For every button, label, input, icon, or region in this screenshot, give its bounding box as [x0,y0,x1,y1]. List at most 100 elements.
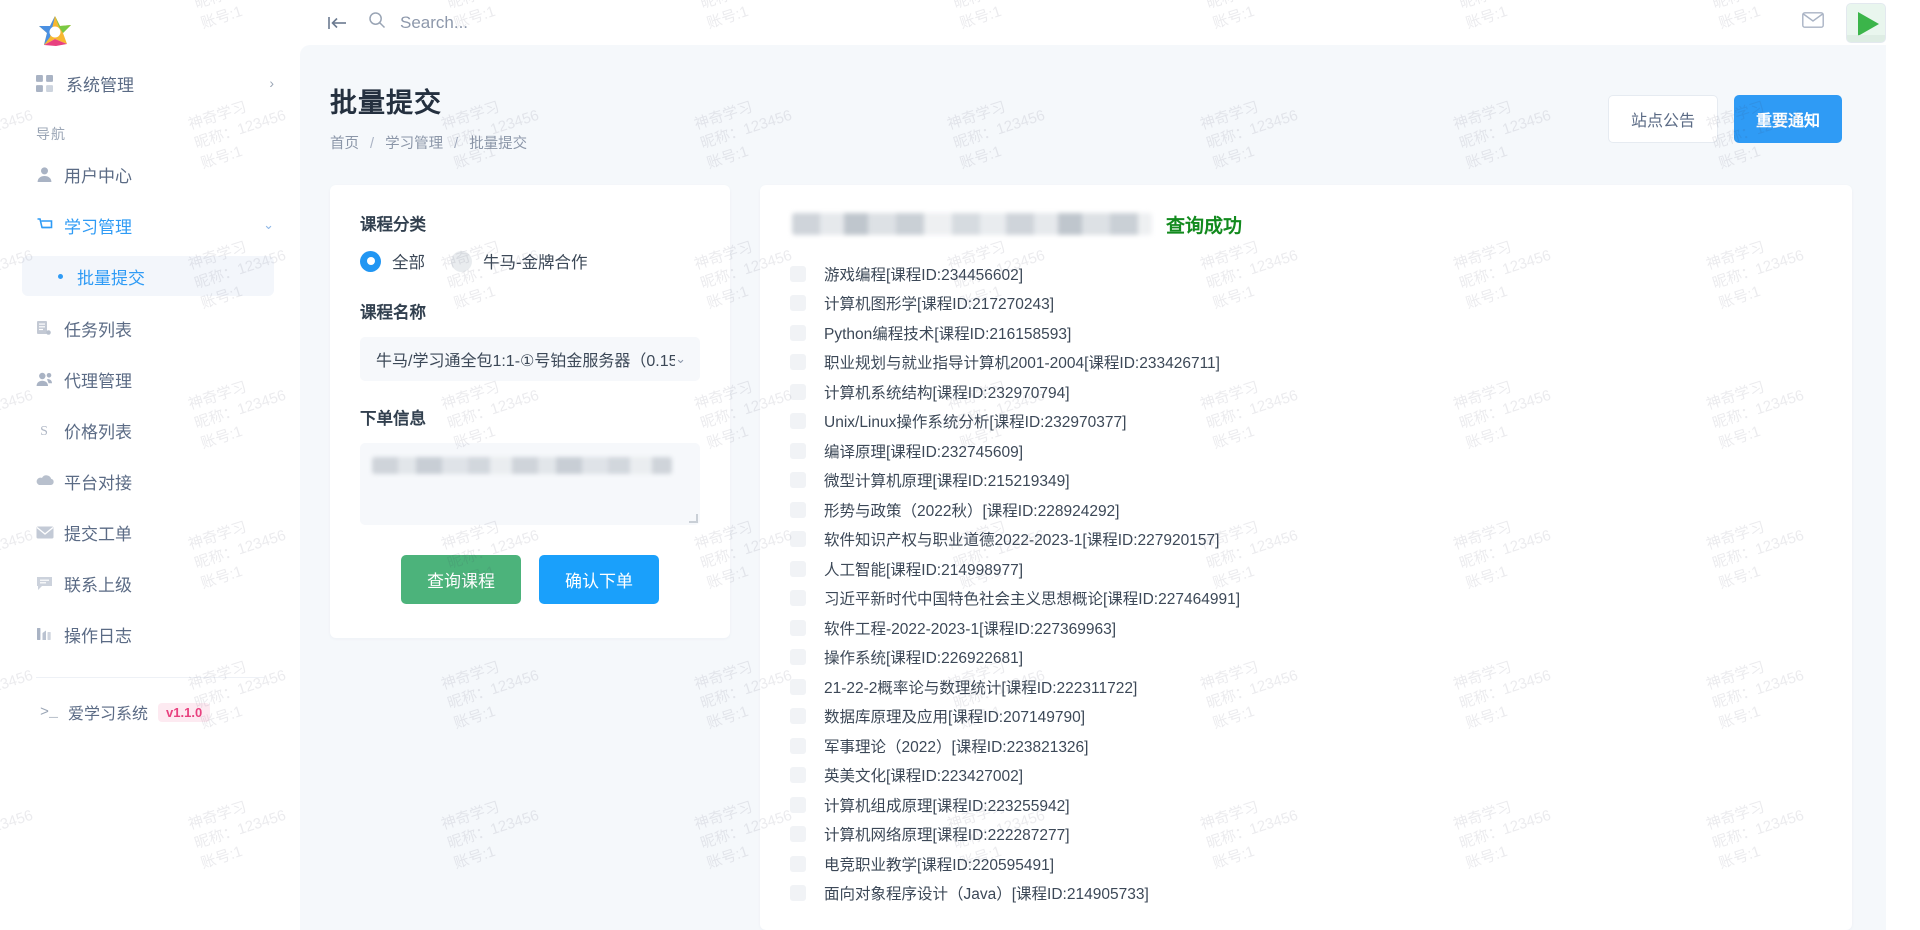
course-list-item[interactable]: 21-22-2概率论与数理统计[课程ID:222311722] [786,672,1826,702]
site-announcement-button[interactable]: 站点公告 [1608,95,1718,143]
sidebar-item-agent-management[interactable]: 代理管理 [0,359,300,399]
sidebar-item-submit-ticket[interactable]: 提交工单 [0,512,300,552]
sidebar-item-study-management[interactable]: 学习管理 ⌄ [0,205,300,245]
breadcrumb-item-batch-submit: 批量提交 [469,136,527,152]
course-list-item[interactable]: 编译原理[课程ID:232745609] [786,436,1826,466]
sidebar-label: 平台对接 [64,469,274,494]
course-name-value: 牛马/学习通全包1:1-①号铂金服务器（0.15元 [376,347,675,371]
textarea-resize-handle[interactable] [689,514,698,523]
course-label: Unix/Linux操作系统分析[课程ID:232970377] [824,410,1126,432]
sidebar-item-price-list[interactable]: S 价格列表 [0,410,300,450]
page-title: 批量提交 [330,81,527,120]
user-icon [36,166,64,183]
course-checkbox[interactable] [790,295,806,311]
course-list-item[interactable]: 操作系统[课程ID:226922681] [786,643,1826,673]
course-list-item[interactable]: 军事理论（2022）[课程ID:223821326] [786,731,1826,761]
course-label: 英美文化[课程ID:223427002] [824,764,1023,786]
course-checkbox[interactable] [790,502,806,518]
course-checkbox[interactable] [790,738,806,754]
course-list-item[interactable]: 微型计算机原理[课程ID:215219349] [786,466,1826,496]
bullet-icon [58,274,63,279]
sidebar-label: 任务列表 [64,316,274,341]
course-label: 电竞职业教学[课程ID:220595491] [824,853,1054,875]
course-checkbox[interactable] [790,679,806,695]
course-list-item[interactable]: 游戏编程[课程ID:234456602] [786,259,1826,289]
course-label: 编译原理[课程ID:232745609] [824,440,1023,462]
radio-option-all[interactable]: 全部 [360,249,425,273]
course-list-item[interactable]: 计算机图形学[课程ID:217270243] [786,289,1826,319]
breadcrumb: 首页 / 学习管理 / 批量提交 [330,132,527,153]
search-box[interactable] [368,11,680,34]
course-checkbox[interactable] [790,797,806,813]
page-header: 批量提交 首页 / 学习管理 / 批量提交 站点公告 重要通知 [300,45,1886,153]
course-checkbox[interactable] [790,443,806,459]
query-course-button[interactable]: 查询课程 [401,555,521,604]
breadcrumb-item-study-management[interactable]: 学习管理 [385,136,443,152]
course-checkbox[interactable] [790,325,806,341]
course-label: 操作系统[课程ID:226922681] [824,646,1023,668]
course-checkbox[interactable] [790,531,806,547]
sidebar-item-task-list[interactable]: 任务列表 [0,308,300,348]
collapse-left-icon[interactable] [328,15,348,31]
course-checkbox[interactable] [790,649,806,665]
course-checkbox[interactable] [790,856,806,872]
course-list-item[interactable]: Python编程技术[课程ID:216158593] [786,318,1826,348]
course-list-item[interactable]: 软件知识产权与职业道德2022-2023-1[课程ID:227920157] [786,525,1826,555]
avatar[interactable] [1846,3,1886,43]
course-list-item[interactable]: 电竞职业教学[课程ID:220595491] [786,849,1826,879]
brand[interactable] [0,0,300,64]
course-checkbox[interactable] [790,590,806,606]
course-list-item[interactable]: 面向对象程序设计（Java）[课程ID:214905733] [786,879,1826,909]
grid-icon [36,75,62,92]
course-checkbox[interactable] [790,708,806,724]
batch-submit-form: 课程分类 全部 牛马-金牌合作 课程名称 [330,185,730,638]
course-checkbox[interactable] [790,561,806,577]
course-checkbox[interactable] [790,767,806,783]
course-list-item[interactable]: 英美文化[课程ID:223427002] [786,761,1826,791]
course-list-item[interactable]: 计算机系统结构[课程ID:232970794] [786,377,1826,407]
course-checkbox[interactable] [790,266,806,282]
sidebar-item-batch-submit[interactable]: 批量提交 [22,256,274,296]
course-list-item[interactable]: 计算机网络原理[课程ID:222287277] [786,820,1826,850]
sidebar-item-platform-docking[interactable]: 平台对接 [0,461,300,501]
sidebar-label: 学习管理 [64,213,263,238]
course-checkbox[interactable] [790,826,806,842]
mail-icon[interactable] [1802,12,1824,33]
course-list-item[interactable]: 数据库原理及应用[课程ID:207149790] [786,702,1826,732]
sidebar-label: 代理管理 [64,367,274,392]
sidebar-item-contact-superior[interactable]: 联系上级 [0,563,300,603]
course-checkbox[interactable] [790,472,806,488]
course-list-item[interactable]: 职业规划与就业指导计算机2001-2004[课程ID:233426711] [786,348,1826,378]
course-list-item[interactable]: 软件工程-2022-2023-1[课程ID:227369963] [786,613,1826,643]
course-checkbox[interactable] [790,354,806,370]
important-notice-button[interactable]: 重要通知 [1734,95,1842,143]
sidebar-item-operation-log[interactable]: 操作日志 [0,614,300,654]
sidebar-item-user-center[interactable]: 用户中心 [0,154,300,194]
radio-label: 牛马-金牌合作 [483,249,588,273]
course-list-item[interactable]: 计算机组成原理[课程ID:223255942] [786,790,1826,820]
radio-option-gold-partner[interactable]: 牛马-金牌合作 [451,249,588,273]
order-info-textarea[interactable] [360,443,700,525]
course-list-item[interactable]: 人工智能[课程ID:214998977] [786,554,1826,584]
course-label: 21-22-2概率论与数理统计[课程ID:222311722] [824,676,1137,698]
course-checkbox[interactable] [790,413,806,429]
course-list-item[interactable]: Unix/Linux操作系统分析[课程ID:232970377] [786,407,1826,437]
course-name-select[interactable]: 牛马/学习通全包1:1-①号铂金服务器（0.15元 ⌄ [360,337,700,381]
course-label: 软件知识产权与职业道德2022-2023-1[课程ID:227920157] [824,528,1219,550]
sidebar-label: 联系上级 [64,571,274,596]
sidebar-item-system-management[interactable]: 系统管理 › [0,64,300,102]
confirm-order-button[interactable]: 确认下单 [539,555,659,604]
course-label: 形势与政策（2022秋）[课程ID:228924292] [824,499,1120,521]
course-label: 游戏编程[课程ID:234456602] [824,263,1023,285]
breadcrumb-item-home[interactable]: 首页 [330,136,359,152]
course-label: 职业规划与就业指导计算机2001-2004[课程ID:233426711] [824,351,1220,373]
chevron-down-icon: ⌄ [675,351,686,367]
cart-icon [36,216,64,234]
sidebar-footer[interactable]: >_ 爱学习系统 v1.1.0 [0,678,300,724]
course-list-item[interactable]: 形势与政策（2022秋）[课程ID:228924292] [786,495,1826,525]
course-checkbox[interactable] [790,620,806,636]
course-list-item[interactable]: 习近平新时代中国特色社会主义思想概论[课程ID:227464991] [786,584,1826,614]
course-checkbox[interactable] [790,384,806,400]
search-input[interactable] [400,13,680,33]
course-checkbox[interactable] [790,885,806,901]
